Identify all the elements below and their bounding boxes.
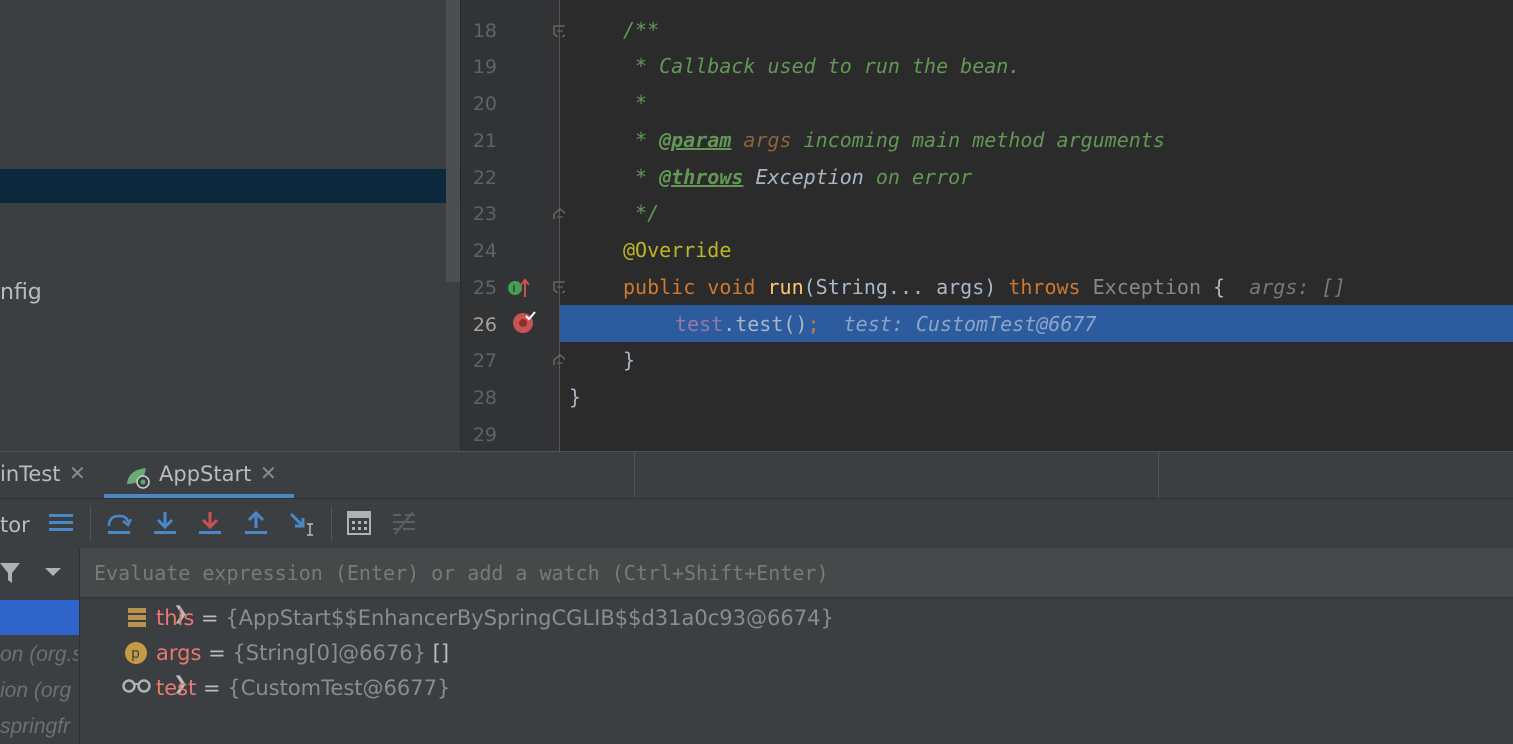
- frame-item[interactable]: on (org.s: [0, 643, 78, 667]
- fold-icon[interactable]: [553, 25, 565, 37]
- line-number: 27: [472, 350, 497, 372]
- svg-text:p: p: [131, 646, 140, 662]
- line-number: 24: [472, 240, 497, 262]
- keyword: public: [623, 275, 696, 299]
- keyword: throws: [1008, 275, 1081, 299]
- javadoc-tag: @throws: [659, 165, 744, 189]
- tab-intest[interactable]: inTest: [0, 462, 61, 486]
- debug-toolbar: [0, 498, 1513, 548]
- selected-frame[interactable]: [0, 600, 79, 635]
- line-number: 21: [472, 130, 497, 152]
- tab-divider: [634, 451, 635, 498]
- filter-icon[interactable]: [0, 561, 22, 585]
- project-scrollbar[interactable]: [446, 0, 460, 451]
- exception-type: Exception: [1092, 275, 1202, 299]
- close-icon[interactable]: ✕: [260, 461, 277, 486]
- variable-name: test: [156, 676, 197, 700]
- frame-item[interactable]: ion (org: [0, 679, 78, 703]
- breakpoint-icon[interactable]: [512, 310, 538, 334]
- inline-debug-hint: args: []: [1249, 275, 1346, 299]
- code-line: }: [623, 348, 636, 372]
- method-name: run: [767, 275, 804, 299]
- annotation: @Override: [623, 238, 732, 262]
- javadoc-tag: @param: [659, 128, 732, 152]
- toolbar-label[interactable]: tor: [0, 513, 30, 537]
- force-step-into-icon[interactable]: [197, 510, 223, 536]
- evaluate-expression-icon[interactable]: [346, 510, 372, 536]
- trace-stream-icon[interactable]: [391, 510, 417, 536]
- code-line: public void run(String... args) throws E…: [623, 275, 1346, 299]
- gutter-divider: [559, 0, 560, 451]
- layout-icon[interactable]: [48, 510, 74, 536]
- variable-value: {String[0]@6676}: [232, 641, 426, 665]
- variable-value: {AppStart$$EnhancerBySpringCGLIB$$d31a0c…: [225, 606, 834, 630]
- step-over-icon[interactable]: [106, 510, 132, 536]
- code-line: * Callback used to run the bean.: [623, 54, 1021, 78]
- fold-end-icon[interactable]: [553, 207, 565, 219]
- frame-item[interactable]: springfr: [0, 715, 78, 739]
- code-line-current: test.test(); test: CustomTest@6677: [675, 312, 1096, 336]
- variable-row[interactable]: ❯ test = {CustomTest@6677}: [80, 673, 1513, 708]
- method-params: (String... args): [803, 275, 1009, 299]
- variable-row[interactable]: ❯ this = {AppStart$$EnhancerBySpringCGLI…: [80, 603, 1513, 638]
- code-line: */: [623, 201, 660, 225]
- equals-sign: =: [208, 641, 226, 665]
- chevron-down-icon[interactable]: [44, 566, 62, 578]
- line-number: 25: [472, 277, 497, 299]
- code-line: *: [623, 91, 648, 115]
- tab-appstart[interactable]: AppStart: [159, 462, 251, 486]
- line-number: 28: [472, 387, 497, 409]
- scrollbar-thumb[interactable]: [446, 0, 460, 282]
- code-line: /**: [623, 18, 660, 42]
- field-ref: test: [675, 312, 724, 336]
- line-number: 19: [472, 56, 497, 78]
- parameter-icon: p: [125, 642, 147, 664]
- variable-row[interactable]: p args = {String[0]@6676} []: [80, 638, 1513, 673]
- line-number: 20: [472, 93, 497, 115]
- fold-icon[interactable]: [553, 281, 565, 293]
- method-call: .test(): [723, 312, 808, 336]
- equals-sign: =: [201, 606, 219, 630]
- array-contents: []: [432, 641, 450, 665]
- javadoc-text: incoming main method arguments: [803, 128, 1165, 152]
- javadoc-param: args: [743, 128, 792, 152]
- watch-icon: [122, 679, 151, 693]
- close-icon[interactable]: ✕: [69, 461, 86, 486]
- step-into-icon[interactable]: [152, 510, 178, 536]
- javadoc-type: Exception: [755, 165, 864, 189]
- variable-name: this: [156, 606, 195, 630]
- toolbar-separator: [90, 506, 91, 540]
- step-out-icon[interactable]: [243, 510, 269, 536]
- keyword: void: [707, 275, 756, 299]
- svg-text:I: I: [513, 284, 516, 295]
- variable-value: {CustomTest@6677}: [227, 676, 451, 700]
- semicolon: ;: [807, 312, 820, 336]
- javadoc-text: on error: [875, 165, 973, 189]
- variable-name: args: [156, 641, 202, 665]
- line-number: 18: [472, 20, 497, 42]
- field-icon: [128, 608, 146, 627]
- brace: {: [1201, 275, 1226, 299]
- code-line: * @throws Exception on error: [623, 165, 973, 189]
- project-item-label[interactable]: nfig: [0, 280, 42, 305]
- code-line: }: [569, 385, 582, 409]
- toolbar-separator: [331, 506, 332, 540]
- project-selected-row[interactable]: [0, 169, 461, 203]
- line-number-current: 26: [472, 314, 497, 336]
- line-number: 22: [472, 167, 497, 189]
- inline-debug-hint: test: CustomTest@6677: [843, 312, 1097, 336]
- line-number: 29: [472, 424, 497, 446]
- code-line: * @param args incoming main method argum…: [623, 128, 1165, 152]
- implementing-method-icon[interactable]: I: [507, 277, 531, 299]
- project-panel: [0, 0, 446, 451]
- fold-end-icon[interactable]: [553, 353, 565, 365]
- equals-sign: =: [203, 676, 221, 700]
- spring-boot-app-icon: [127, 468, 150, 489]
- run-to-cursor-icon[interactable]: [289, 510, 315, 536]
- evaluate-expression-input[interactable]: [94, 558, 1494, 588]
- tab-divider: [1158, 451, 1159, 498]
- line-number: 23: [472, 203, 497, 225]
